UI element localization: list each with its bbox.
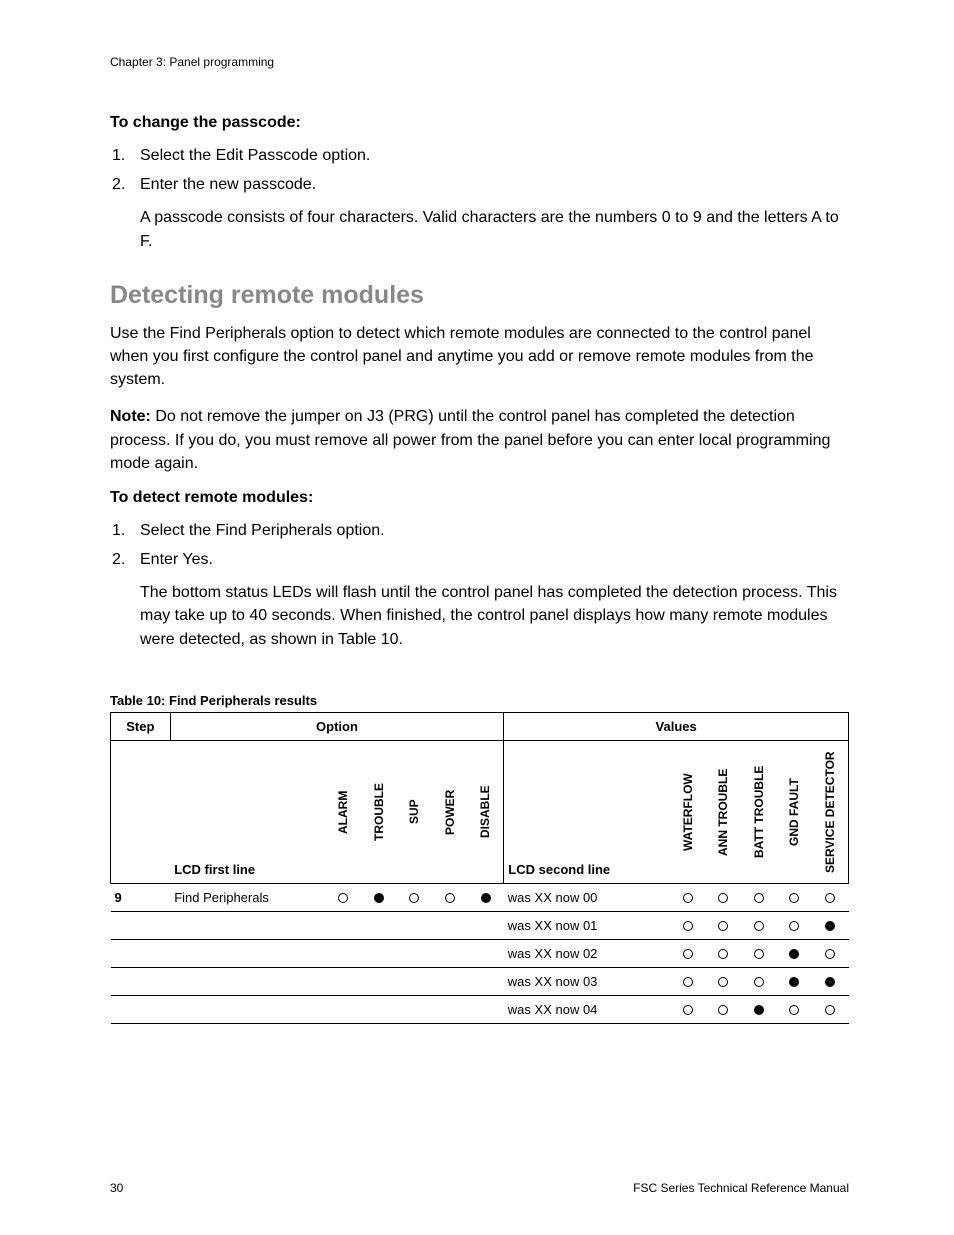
empty-dot-icon — [718, 949, 728, 959]
empty-dot-icon — [718, 1005, 728, 1015]
empty-dot-icon — [754, 921, 764, 931]
th-batt-trouble: BATT TROUBLE — [752, 747, 766, 877]
th-sup: SUP — [407, 747, 421, 877]
empty-dot-icon — [683, 893, 693, 903]
empty-dot-icon — [338, 893, 348, 903]
detect-heading: To detect remote modules: — [110, 489, 849, 507]
table-row: 9Find Peripherals was XX now 00 — [111, 883, 849, 911]
empty-dot-icon — [789, 893, 799, 903]
empty-dot-icon — [754, 893, 764, 903]
filled-dot-icon — [789, 949, 799, 959]
passcode-heading: To change the passcode: — [110, 114, 849, 132]
th-values: Values — [504, 712, 849, 740]
passcode-step-1: Select the Edit Passcode option. — [140, 144, 849, 167]
chapter-header: Chapter 3: Panel programming — [110, 55, 849, 69]
empty-dot-icon — [445, 893, 455, 903]
th-option: Option — [170, 712, 504, 740]
cell-lcd1: Find Peripherals — [170, 883, 325, 911]
cell-lcd2: was XX now 02 — [504, 939, 670, 967]
cell-step: 9 — [111, 883, 171, 911]
empty-dot-icon — [825, 1005, 835, 1015]
empty-dot-icon — [825, 893, 835, 903]
detect-steps: 1.Select the Find Peripherals option. 2.… — [110, 519, 849, 571]
empty-dot-icon — [683, 977, 693, 987]
note-text: Do not remove the jumper on J3 (PRG) unt… — [110, 408, 830, 471]
filled-dot-icon — [374, 893, 384, 903]
th-disable: DISABLE — [478, 747, 492, 877]
empty-dot-icon — [789, 921, 799, 931]
empty-dot-icon — [683, 1005, 693, 1015]
detect-step-2: Enter Yes. — [140, 548, 849, 571]
passcode-step-2: Enter the new passcode. — [140, 173, 849, 196]
cell-step — [111, 939, 171, 967]
table-row: was XX now 04 — [111, 995, 849, 1023]
cell-step — [111, 995, 171, 1023]
empty-dot-icon — [754, 949, 764, 959]
empty-dot-icon — [754, 977, 764, 987]
filled-dot-icon — [825, 921, 835, 931]
empty-dot-icon — [789, 1005, 799, 1015]
th-power: POWER — [443, 747, 457, 877]
cell-lcd1 — [170, 967, 325, 995]
table-row: was XX now 02 — [111, 939, 849, 967]
results-table: Step Option Values LCD first line ALARM … — [110, 712, 849, 1024]
empty-dot-icon — [683, 921, 693, 931]
th-trouble: TROUBLE — [372, 747, 386, 877]
note-label: Note: — [110, 408, 151, 425]
detect-followup: The bottom status LEDs will flash until … — [140, 581, 849, 651]
cell-step — [111, 967, 171, 995]
empty-dot-icon — [718, 921, 728, 931]
filled-dot-icon — [825, 977, 835, 987]
cell-lcd1 — [170, 911, 325, 939]
cell-lcd2: was XX now 01 — [504, 911, 670, 939]
empty-dot-icon — [718, 893, 728, 903]
th-gnd-fault: GND FAULT — [787, 747, 801, 877]
footer-page-number: 30 — [110, 1181, 123, 1195]
cell-step — [111, 911, 171, 939]
passcode-followup: A passcode consists of four characters. … — [140, 206, 849, 252]
footer-manual-title: FSC Series Technical Reference Manual — [633, 1181, 849, 1195]
page-footer: 30 FSC Series Technical Reference Manual — [110, 1181, 849, 1195]
cell-lcd2: was XX now 00 — [504, 883, 670, 911]
cell-lcd1 — [170, 995, 325, 1023]
empty-dot-icon — [718, 977, 728, 987]
th-step: Step — [111, 712, 171, 740]
filled-dot-icon — [754, 1005, 764, 1015]
cell-lcd2: was XX now 03 — [504, 967, 670, 995]
table-row: was XX now 03 — [111, 967, 849, 995]
th-ann-trouble: ANN TROUBLE — [716, 747, 730, 877]
th-service-detector: SERVICE DETECTOR — [823, 747, 837, 877]
table-caption: Table 10: Find Peripherals results — [110, 693, 849, 708]
th-lcd2: LCD second line — [504, 740, 670, 883]
section-title: Detecting remote modules — [110, 281, 849, 310]
table-row: was XX now 01 — [111, 911, 849, 939]
empty-dot-icon — [683, 949, 693, 959]
detect-step-1: Select the Find Peripherals option. — [140, 519, 849, 542]
passcode-steps: 1.Select the Edit Passcode option. 2.Ent… — [110, 144, 849, 196]
empty-dot-icon — [409, 893, 419, 903]
th-alarm: ALARM — [336, 747, 350, 877]
cell-lcd1 — [170, 939, 325, 967]
th-lcd1: LCD first line — [170, 740, 325, 883]
cell-lcd2: was XX now 04 — [504, 995, 670, 1023]
empty-dot-icon — [825, 949, 835, 959]
filled-dot-icon — [789, 977, 799, 987]
filled-dot-icon — [481, 893, 491, 903]
th-waterflow: WATERFLOW — [681, 747, 695, 877]
note-para: Note: Do not remove the jumper on J3 (PR… — [110, 405, 849, 475]
intro-para: Use the Find Peripherals option to detec… — [110, 322, 849, 392]
